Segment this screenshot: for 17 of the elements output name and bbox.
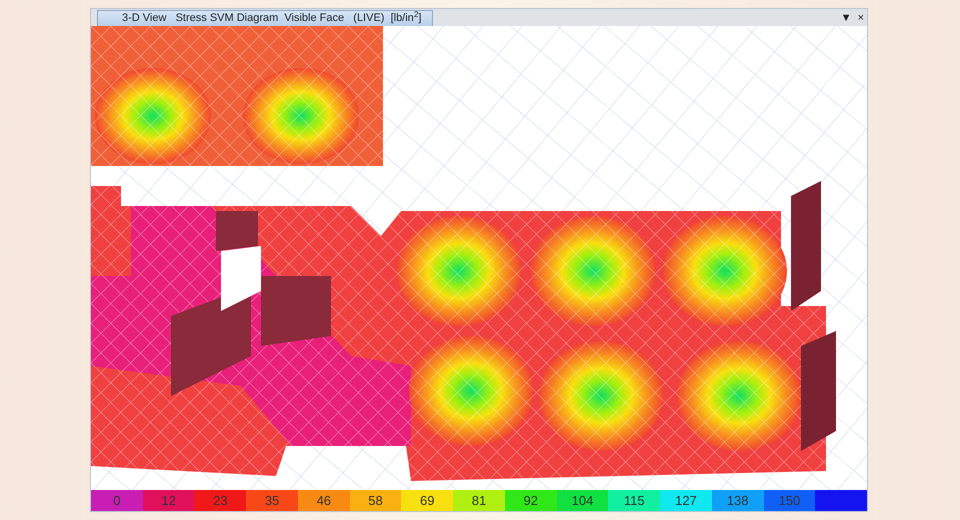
legend-value: 58	[350, 490, 402, 511]
legend-value: 0	[91, 490, 143, 511]
legend-value: 150	[764, 490, 816, 511]
legend-value: 104	[556, 490, 608, 511]
legend-value: 35	[246, 490, 298, 511]
legend-value: 81	[453, 490, 505, 511]
legend-value: 46	[298, 490, 350, 511]
close-button[interactable]: ×	[854, 11, 867, 26]
dropdown-arrow[interactable]: ▼	[838, 11, 855, 26]
view-tab[interactable]: 3-D View Stress SVM Diagram Visible Face (LIVE) [lb/in$^{2}$]	[97, 10, 433, 26]
legend-value: 138	[712, 490, 764, 511]
legend-value: 115	[608, 490, 660, 511]
legend-value: 12	[142, 490, 194, 511]
legend-value: 127	[660, 490, 712, 511]
legend-value: 92	[504, 490, 557, 511]
legend-value: 69	[401, 490, 454, 511]
legend-value: 23	[194, 490, 246, 511]
